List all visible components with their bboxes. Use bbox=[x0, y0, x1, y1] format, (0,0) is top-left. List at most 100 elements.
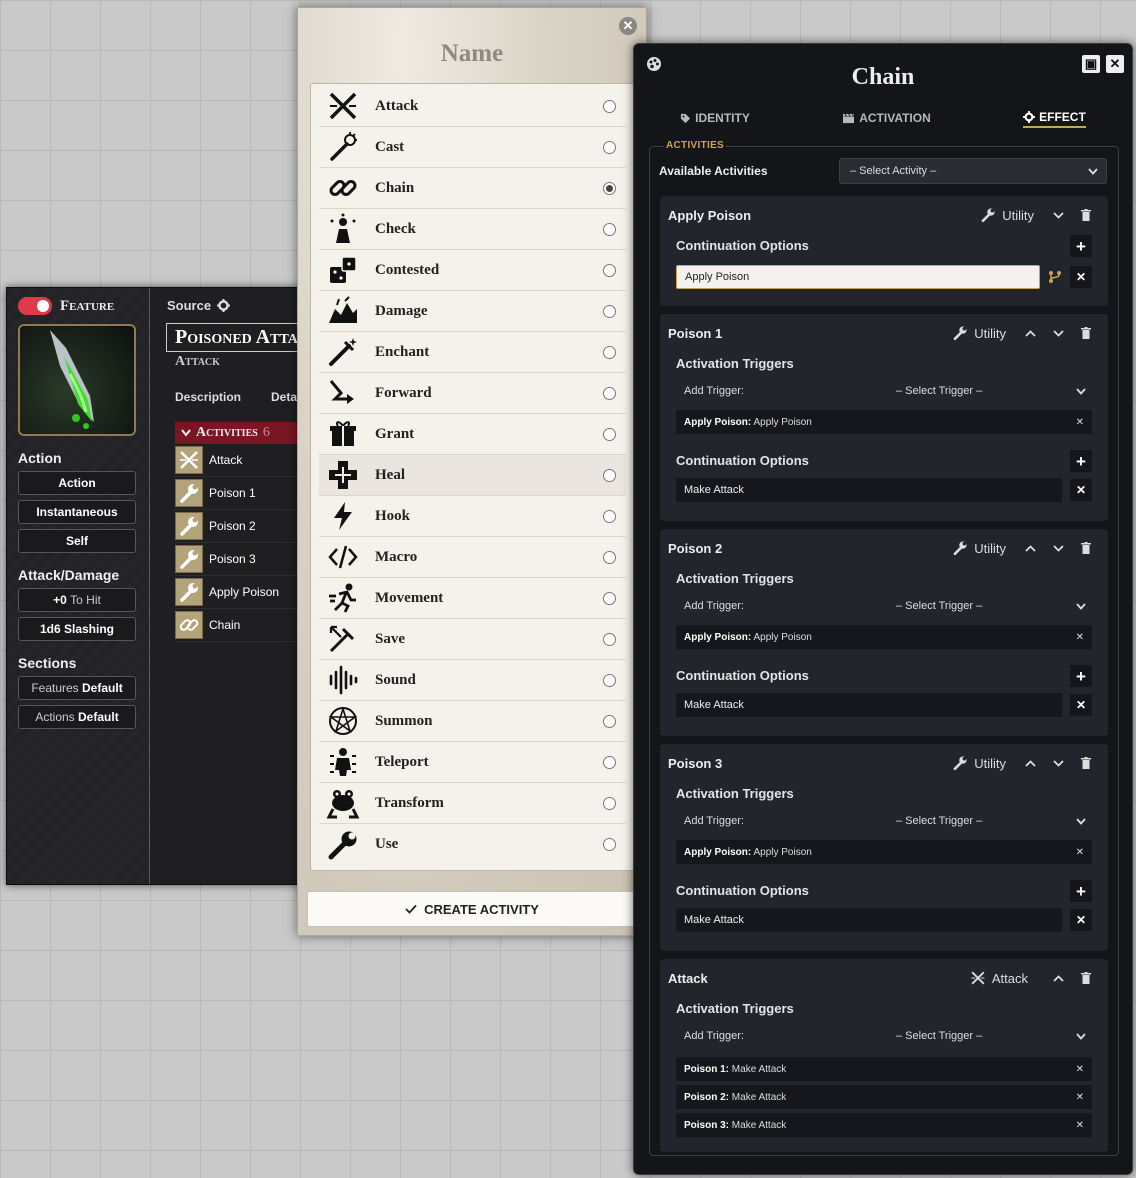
available-activities-select[interactable]: – Select Activity – bbox=[839, 158, 1107, 184]
activity-type-use[interactable]: Use bbox=[319, 824, 626, 865]
duration-pill[interactable]: Instantaneous bbox=[18, 500, 136, 524]
trigger-select[interactable]: – Select Trigger – bbox=[874, 385, 1086, 397]
tab-effect[interactable]: EFFECT bbox=[1023, 110, 1086, 128]
activity-row-poison-2[interactable]: Poison 2 bbox=[175, 510, 315, 543]
chevron-down-icon[interactable] bbox=[1044, 211, 1072, 219]
source-row[interactable]: Source bbox=[167, 298, 315, 313]
activity-type-cast[interactable]: Cast bbox=[319, 127, 626, 168]
chevron-up-icon[interactable] bbox=[1016, 544, 1044, 552]
add-continuation-button[interactable]: + bbox=[1070, 235, 1092, 257]
activity-type-contested[interactable]: Contested bbox=[319, 250, 626, 291]
remove-trigger-icon[interactable]: ✕ bbox=[1076, 632, 1084, 643]
activity-type-hook[interactable]: Hook bbox=[319, 496, 626, 537]
item-name-field[interactable]: Poisoned Attack bbox=[166, 323, 315, 352]
activity-type-heal[interactable]: Heal bbox=[319, 455, 626, 496]
activation-pill[interactable]: Action bbox=[18, 471, 136, 495]
activity-type-radio[interactable] bbox=[603, 263, 616, 277]
activity-type-radio[interactable] bbox=[603, 796, 616, 810]
trash-icon[interactable] bbox=[1072, 209, 1100, 221]
activity-row-poison-3[interactable]: Poison 3 bbox=[175, 543, 315, 576]
chevron-down-icon[interactable] bbox=[1044, 759, 1072, 767]
trigger-select[interactable]: – Select Trigger – bbox=[874, 600, 1086, 612]
remove-continuation-button[interactable]: ✕ bbox=[1070, 909, 1092, 931]
tab-description[interactable]: Description bbox=[175, 390, 241, 404]
remove-trigger-icon[interactable]: ✕ bbox=[1076, 847, 1084, 858]
trash-icon[interactable] bbox=[1072, 757, 1100, 769]
create-activity-button[interactable]: CREATE ACTIVITY bbox=[307, 891, 637, 927]
close-icon[interactable]: ✕ bbox=[1106, 55, 1124, 73]
section-pill-actions[interactable]: Actions Default bbox=[18, 705, 136, 729]
activity-type-damage[interactable]: Damage bbox=[319, 291, 626, 332]
activity-row-attack[interactable]: Attack bbox=[175, 444, 315, 477]
remove-trigger-icon[interactable]: ✕ bbox=[1076, 1064, 1084, 1075]
trash-icon[interactable] bbox=[1072, 972, 1100, 984]
tab-activation[interactable]: ACTIVATION bbox=[842, 110, 931, 128]
activity-type-transform[interactable]: Transform bbox=[319, 783, 626, 824]
chevron-down-icon[interactable] bbox=[1044, 329, 1072, 337]
range-pill[interactable]: Self bbox=[18, 529, 136, 553]
activity-type-radio[interactable] bbox=[603, 714, 616, 728]
chevron-up-icon[interactable] bbox=[1016, 329, 1044, 337]
trash-icon[interactable] bbox=[1072, 542, 1100, 554]
remove-trigger-icon[interactable]: ✕ bbox=[1076, 1120, 1084, 1131]
remove-continuation-button[interactable]: ✕ bbox=[1070, 479, 1092, 501]
branch-icon[interactable] bbox=[1048, 270, 1062, 284]
continuation-value[interactable]: Make Attack bbox=[676, 693, 1062, 717]
to-hit-pill[interactable]: +0 To Hit bbox=[18, 588, 136, 612]
activity-type-radio[interactable] bbox=[603, 838, 616, 851]
activity-type-radio[interactable] bbox=[603, 427, 616, 441]
trash-icon[interactable] bbox=[1072, 327, 1100, 339]
activity-type-sound[interactable]: Sound bbox=[319, 660, 626, 701]
section-pill-features[interactable]: Features Default bbox=[18, 676, 136, 700]
activity-type-radio[interactable] bbox=[603, 99, 616, 113]
activity-type-radio[interactable] bbox=[603, 509, 616, 523]
activity-type-macro[interactable]: Macro bbox=[319, 537, 626, 578]
activity-type-grant[interactable]: Grant bbox=[319, 414, 626, 455]
chevron-down-icon[interactable] bbox=[1044, 544, 1072, 552]
activity-type-attack[interactable]: Attack bbox=[319, 86, 626, 127]
continuation-value[interactable]: Make Attack bbox=[676, 908, 1062, 932]
activity-type-enchant[interactable]: Enchant bbox=[319, 332, 626, 373]
activity-row-chain[interactable]: Chain bbox=[175, 609, 315, 642]
tab-identity[interactable]: IDENTITY bbox=[680, 110, 750, 128]
chevron-up-icon[interactable] bbox=[1044, 974, 1072, 982]
trigger-select[interactable]: – Select Trigger – bbox=[874, 1030, 1086, 1042]
edit-mode-toggle[interactable] bbox=[18, 297, 52, 315]
activity-type-radio[interactable] bbox=[603, 673, 616, 687]
remove-continuation-button[interactable]: ✕ bbox=[1070, 266, 1092, 288]
activity-type-radio[interactable] bbox=[603, 550, 616, 564]
activity-type-teleport[interactable]: Teleport bbox=[319, 742, 626, 783]
activity-type-summon[interactable]: Summon bbox=[319, 701, 626, 742]
activity-type-radio[interactable] bbox=[603, 304, 616, 318]
trigger-select[interactable]: – Select Trigger – bbox=[874, 815, 1086, 827]
add-continuation-button[interactable]: + bbox=[1070, 880, 1092, 902]
activities-header[interactable]: Activities 6 bbox=[175, 422, 315, 444]
activity-type-radio[interactable] bbox=[603, 755, 616, 769]
continuation-value[interactable]: Make Attack bbox=[676, 478, 1062, 502]
add-continuation-button[interactable]: + bbox=[1070, 450, 1092, 472]
activity-type-radio[interactable] bbox=[603, 345, 616, 359]
close-icon[interactable]: ✕ bbox=[619, 17, 637, 35]
activity-type-radio[interactable] bbox=[603, 140, 616, 154]
activity-type-radio[interactable] bbox=[603, 181, 616, 195]
remove-trigger-icon[interactable]: ✕ bbox=[1076, 1092, 1084, 1103]
add-continuation-button[interactable]: + bbox=[1070, 665, 1092, 687]
item-portrait[interactable] bbox=[18, 324, 136, 436]
activity-row-poison-1[interactable]: Poison 1 bbox=[175, 477, 315, 510]
activity-type-radio[interactable] bbox=[603, 468, 616, 482]
damage-pill[interactable]: 1d6 Slashing bbox=[18, 617, 136, 641]
remove-trigger-icon[interactable]: ✕ bbox=[1076, 417, 1084, 428]
gear-icon[interactable] bbox=[217, 299, 231, 312]
activity-type-save[interactable]: Save bbox=[319, 619, 626, 660]
activity-type-radio[interactable] bbox=[603, 632, 616, 646]
continuation-input[interactable]: Apply Poison bbox=[676, 265, 1040, 289]
activity-type-radio[interactable] bbox=[603, 386, 616, 400]
sheet-config-icon[interactable]: ▣ bbox=[1082, 55, 1100, 73]
remove-continuation-button[interactable]: ✕ bbox=[1070, 694, 1092, 716]
activity-type-forward[interactable]: Forward bbox=[319, 373, 626, 414]
activity-type-check[interactable]: Check bbox=[319, 209, 626, 250]
activity-row-apply-poison[interactable]: Apply Poison bbox=[175, 576, 315, 609]
activity-type-radio[interactable] bbox=[603, 591, 616, 605]
chevron-up-icon[interactable] bbox=[1016, 759, 1044, 767]
activity-type-chain[interactable]: Chain bbox=[319, 168, 626, 209]
